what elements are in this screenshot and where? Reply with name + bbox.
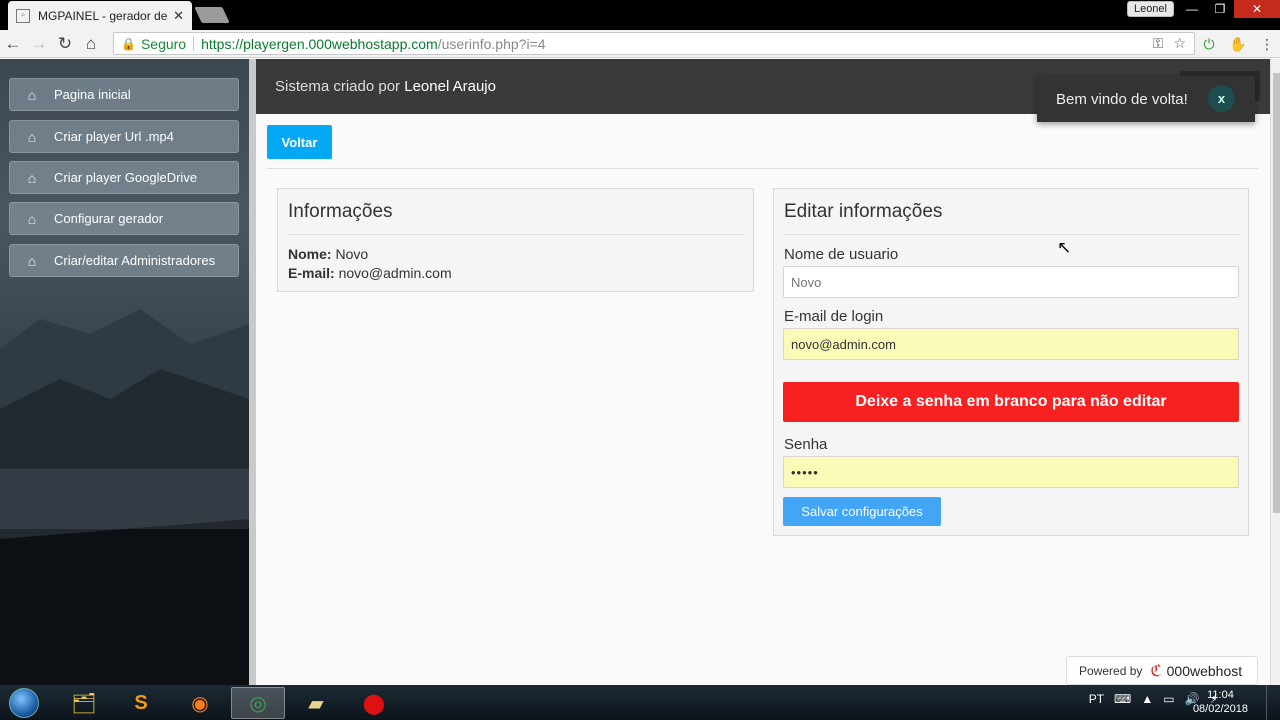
sidebar-item-label: Criar player GoogleDrive — [54, 170, 198, 185]
menu-kebab-icon[interactable]: ⋮ — [1257, 34, 1277, 54]
tray-expand-icon[interactable]: ▲ — [1141, 692, 1153, 706]
edit-panel-title: Editar informações — [784, 201, 943, 222]
firefox-icon[interactable]: ◉ — [173, 687, 227, 719]
profile-button[interactable]: Leonel — [1126, 1, 1174, 17]
sidebar-item-create-mp4[interactable]: ⌂ Criar player Url .mp4 — [9, 120, 239, 153]
powered-by-badge[interactable]: Powered by ℭ 000webhost — [1066, 656, 1258, 685]
extension-hand-icon[interactable]: ✋ — [1228, 34, 1248, 54]
notes-icon[interactable]: ▰ — [289, 687, 343, 719]
divider — [267, 168, 1258, 169]
sidebar-item-configure[interactable]: ⌂ Configurar gerador — [9, 202, 239, 235]
sublime-text-icon[interactable]: S — [114, 687, 168, 719]
edit-panel: Editar informações Nome de usuario E-mai… — [773, 188, 1249, 536]
sidebar-item-label: Criar player Url .mp4 — [54, 129, 174, 144]
language-indicator[interactable]: PT — [1089, 692, 1104, 706]
powered-by-label: Powered by — [1079, 663, 1143, 678]
close-tab-icon[interactable]: ✕ — [173, 8, 184, 24]
email-label: E-mail: — [288, 265, 335, 281]
sidebar-item-label: Criar/editar Administradores — [54, 253, 216, 268]
toast-message: Bem vindo de volta! — [1056, 90, 1188, 108]
sidebar-item-admins[interactable]: ⌂ Criar/editar Administradores — [9, 244, 239, 277]
recorder-icon[interactable]: ⬤ — [347, 687, 401, 719]
sidebar: ⌂ Pagina inicial ⌂ Criar player Url .mp4… — [0, 59, 249, 685]
new-tab-button[interactable] — [194, 7, 230, 23]
extension-power-icon[interactable]: ⏻ — [1199, 34, 1219, 54]
welcome-toast: Bem vindo de volta! x — [1037, 76, 1255, 122]
sidebar-item-label: Pagina inicial — [54, 87, 131, 102]
key-icon[interactable]: ⚿ — [1153, 35, 1164, 52]
back-arrow-icon[interactable]: ← — [0, 31, 26, 57]
browser-toolbar: ← → ↻ ⌂ 🔒 Seguro https://playergen.000we… — [0, 30, 1280, 58]
lock-icon: 🔒 — [121, 36, 136, 51]
home-icon[interactable]: ⌂ — [78, 31, 104, 57]
info-panel-divider — [287, 234, 744, 235]
minimize-icon[interactable]: — — [1178, 0, 1206, 18]
address-bar[interactable]: 🔒 Seguro https://playergen.000webhostapp… — [113, 32, 1195, 55]
000webhost-logo-icon: ℭ — [1150, 662, 1162, 680]
login-email-label: E-mail de login — [784, 308, 884, 325]
windows-orb-icon — [9, 687, 39, 718]
name-value: Novo — [335, 246, 369, 262]
back-button[interactable]: Voltar — [267, 125, 332, 159]
info-panel-title: Informações — [288, 201, 393, 222]
keyboard-icon[interactable]: ⌨ — [1114, 692, 1131, 706]
info-email-row: E-mail: novo@admin.com — [288, 265, 452, 281]
password-input[interactable] — [783, 456, 1239, 488]
page-scrollbar[interactable] — [1270, 59, 1280, 685]
close-window-icon[interactable]: ✕ — [1234, 0, 1280, 18]
address-separator — [193, 36, 195, 51]
username-input[interactable] — [783, 266, 1239, 298]
page-favicon-icon: ▫ — [16, 8, 30, 23]
username-label: Nome de usuario — [784, 246, 899, 263]
browser-tab[interactable]: ▫ MGPAINEL - gerador de ✕ — [8, 1, 192, 30]
login-email-input[interactable] — [783, 328, 1239, 360]
explorer-icon[interactable]: 🗂 — [57, 687, 111, 719]
home-icon: ⌂ — [27, 128, 37, 145]
header-author: Leonel Araujo — [404, 78, 496, 95]
secure-label: Seguro — [140, 35, 187, 52]
sidebar-item-create-googledrive[interactable]: ⌂ Criar player GoogleDrive — [9, 161, 239, 194]
sidebar-item-home[interactable]: ⌂ Pagina inicial — [9, 78, 239, 111]
sidebar-item-label: Configurar gerador — [54, 211, 164, 226]
scrollbar-thumb[interactable] — [1273, 73, 1280, 513]
home-icon: ⌂ — [27, 210, 37, 227]
network-icon[interactable]: ▭ — [1163, 692, 1174, 706]
bookmark-star-icon[interactable]: ☆ — [1173, 35, 1186, 52]
browser-tab-bar: ▫ MGPAINEL - gerador de ✕ Leonel — ❐ ✕ — [0, 0, 1280, 30]
window-controls: Leonel — ❐ ✕ — [1126, 0, 1280, 20]
clock[interactable]: 11:04 08/02/2018 — [1193, 688, 1248, 716]
home-icon: ⌂ — [27, 169, 37, 186]
show-desktop-button[interactable] — [1266, 685, 1280, 720]
reload-icon[interactable]: ↻ — [52, 31, 78, 57]
powered-by-brand: 000webhost — [1166, 662, 1243, 679]
header-prefix: Sistema criado por — [275, 78, 401, 95]
sidebar-scrollbar[interactable] — [249, 59, 256, 685]
info-panel: Informações Nome: Novo E-mail: novo@admi… — [277, 188, 754, 292]
clock-time: 11:04 — [1207, 689, 1234, 701]
info-name-row: Nome: Novo — [288, 246, 368, 262]
url-path: /userinfo.php?i=4 — [437, 35, 546, 52]
edit-panel-divider — [783, 234, 1239, 235]
save-settings-button[interactable]: Salvar configurações — [783, 497, 941, 526]
start-button[interactable] — [4, 686, 44, 719]
windows-taskbar: 🗂 S ◉ ◎ ▰ ⬤ PT ⌨ ▲ ▭ 🔊 ⚡ 11:04 08/02/201… — [0, 685, 1280, 720]
clock-date: 08/02/2018 — [1192, 703, 1248, 715]
toast-close-button[interactable]: x — [1208, 85, 1235, 112]
mouse-cursor-icon: ↖ — [1057, 238, 1072, 257]
home-icon: ⌂ — [27, 252, 37, 269]
forward-arrow-icon[interactable]: → — [26, 31, 52, 57]
tab-title: MGPAINEL - gerador de — [38, 8, 168, 23]
name-label: Nome: — [288, 246, 332, 262]
url-host: https://playergen.000webhostapp.com — [201, 35, 438, 52]
restore-icon[interactable]: ❐ — [1206, 0, 1234, 18]
password-warning: Deixe a senha em branco para não editar — [783, 382, 1239, 422]
home-icon: ⌂ — [27, 86, 37, 103]
chrome-icon[interactable]: ◎ — [231, 687, 285, 719]
mountain-background — [0, 309, 249, 685]
email-value: novo@admin.com — [338, 265, 452, 281]
password-label: Senha — [784, 436, 828, 453]
